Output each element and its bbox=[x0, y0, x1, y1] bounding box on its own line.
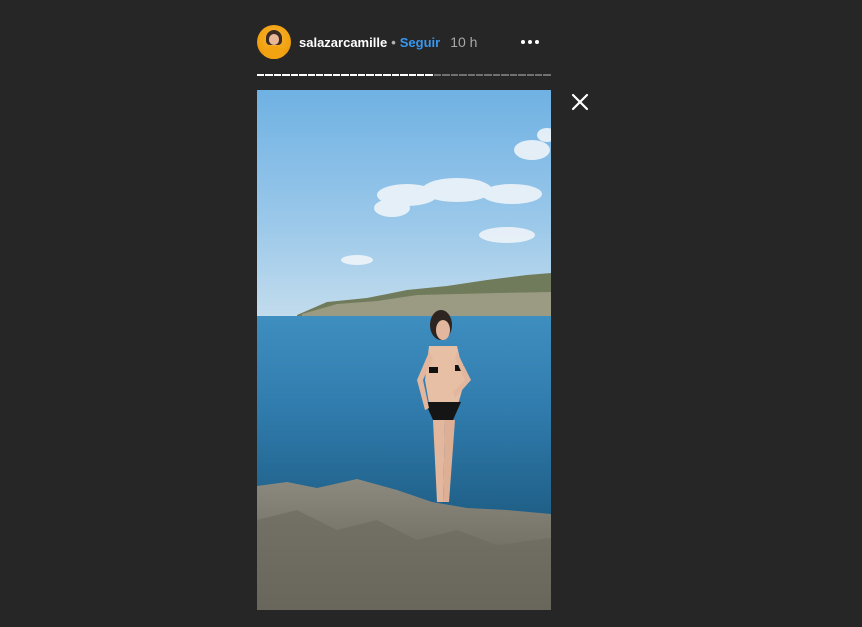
progress-segment bbox=[526, 74, 534, 76]
story-timestamp: 10 h bbox=[450, 34, 478, 50]
progress-segment bbox=[374, 74, 383, 76]
progress-segment bbox=[299, 74, 307, 76]
progress-segment bbox=[358, 74, 366, 76]
progress-segment bbox=[459, 74, 467, 76]
progress-segment bbox=[442, 74, 450, 76]
progress-segment bbox=[315, 74, 324, 76]
user-avatar[interactable] bbox=[257, 25, 291, 59]
progress-segment bbox=[273, 74, 282, 76]
progress-segment bbox=[332, 74, 341, 76]
progress-segment bbox=[534, 74, 543, 76]
progress-segment bbox=[290, 74, 299, 76]
story-media[interactable] bbox=[257, 90, 551, 610]
progress-segment bbox=[383, 74, 391, 76]
progress-segment bbox=[366, 74, 374, 76]
progress-segment bbox=[391, 74, 400, 76]
progress-segment bbox=[282, 74, 290, 76]
progress-segment bbox=[518, 74, 526, 76]
progress-segment bbox=[349, 74, 358, 76]
progress-segment bbox=[433, 74, 442, 76]
progress-segment bbox=[543, 74, 551, 76]
progress-segment bbox=[484, 74, 492, 76]
username-link[interactable]: salazarcamille bbox=[299, 35, 387, 50]
progress-segment bbox=[492, 74, 501, 76]
more-options-icon[interactable] bbox=[516, 24, 544, 60]
progress-segment bbox=[341, 74, 349, 76]
progress-segment bbox=[417, 74, 425, 76]
progress-segment bbox=[450, 74, 459, 76]
progress-segment bbox=[467, 74, 475, 76]
progress-segment bbox=[425, 74, 433, 76]
separator-dot: • bbox=[391, 34, 396, 50]
progress-segment bbox=[509, 74, 518, 76]
progress-segment bbox=[475, 74, 484, 76]
progress-segment bbox=[307, 74, 315, 76]
follow-button[interactable]: Seguir bbox=[400, 35, 440, 50]
progress-segment bbox=[400, 74, 408, 76]
story-header: salazarcamille • Seguir 10 h bbox=[257, 24, 557, 60]
story-progress-bar bbox=[257, 74, 551, 76]
progress-segment bbox=[324, 74, 332, 76]
progress-segment bbox=[408, 74, 417, 76]
progress-segment bbox=[265, 74, 273, 76]
close-icon[interactable] bbox=[568, 90, 592, 114]
progress-segment bbox=[501, 74, 509, 76]
progress-segment bbox=[257, 74, 265, 76]
